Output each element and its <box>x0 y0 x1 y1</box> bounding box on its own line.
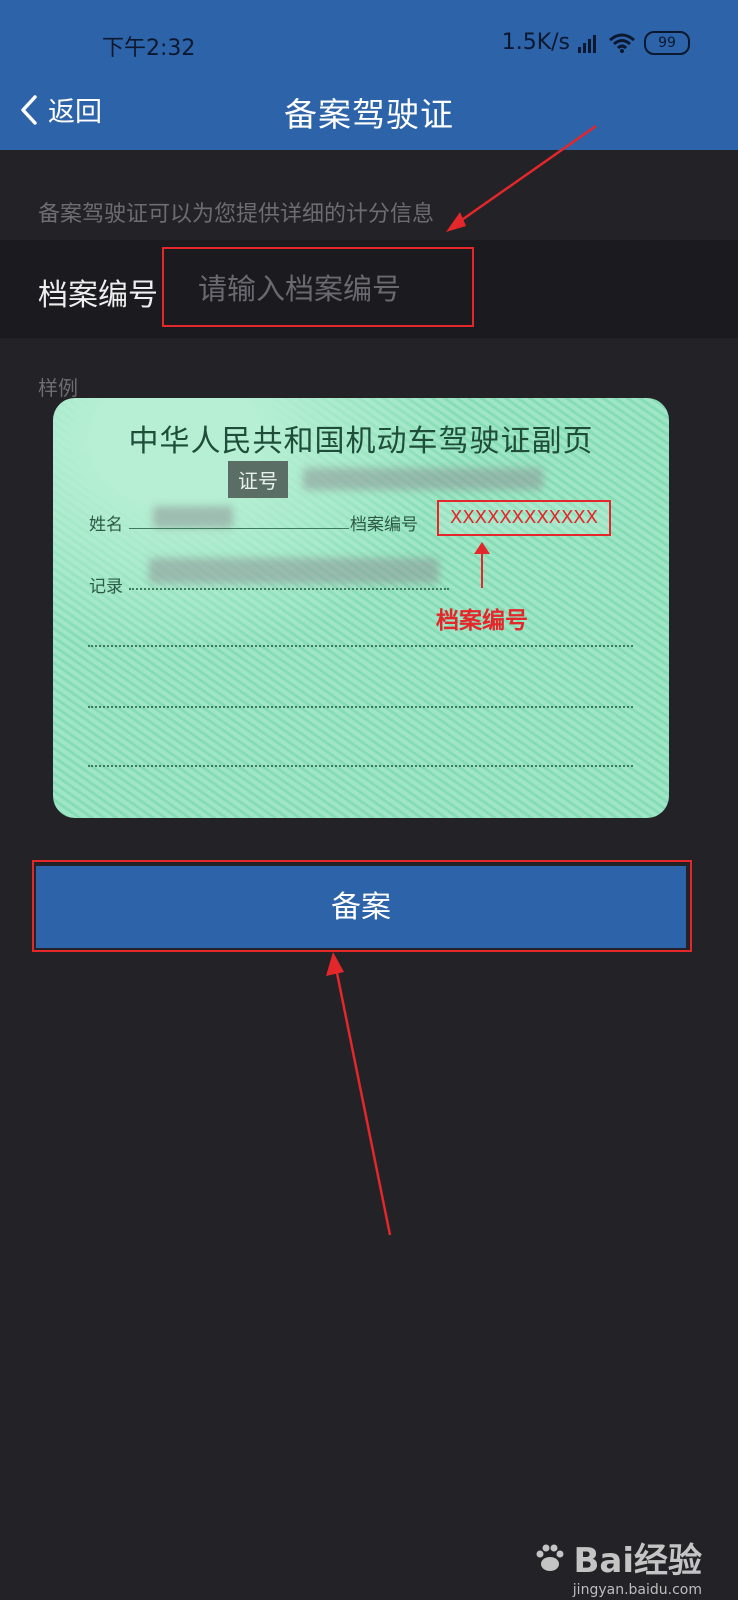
baidu-watermark: Bai经验 jingyan.baidu.com <box>533 1533 702 1598</box>
paw-icon <box>536 1544 564 1571</box>
watermark-url: jingyan.baidu.com <box>572 1582 702 1598</box>
watermark-text: Bai经验 <box>573 1541 702 1581</box>
annotation-arrows <box>326 124 597 1236</box>
arrow-to-input <box>446 124 597 232</box>
arrow-to-button <box>326 952 392 1236</box>
